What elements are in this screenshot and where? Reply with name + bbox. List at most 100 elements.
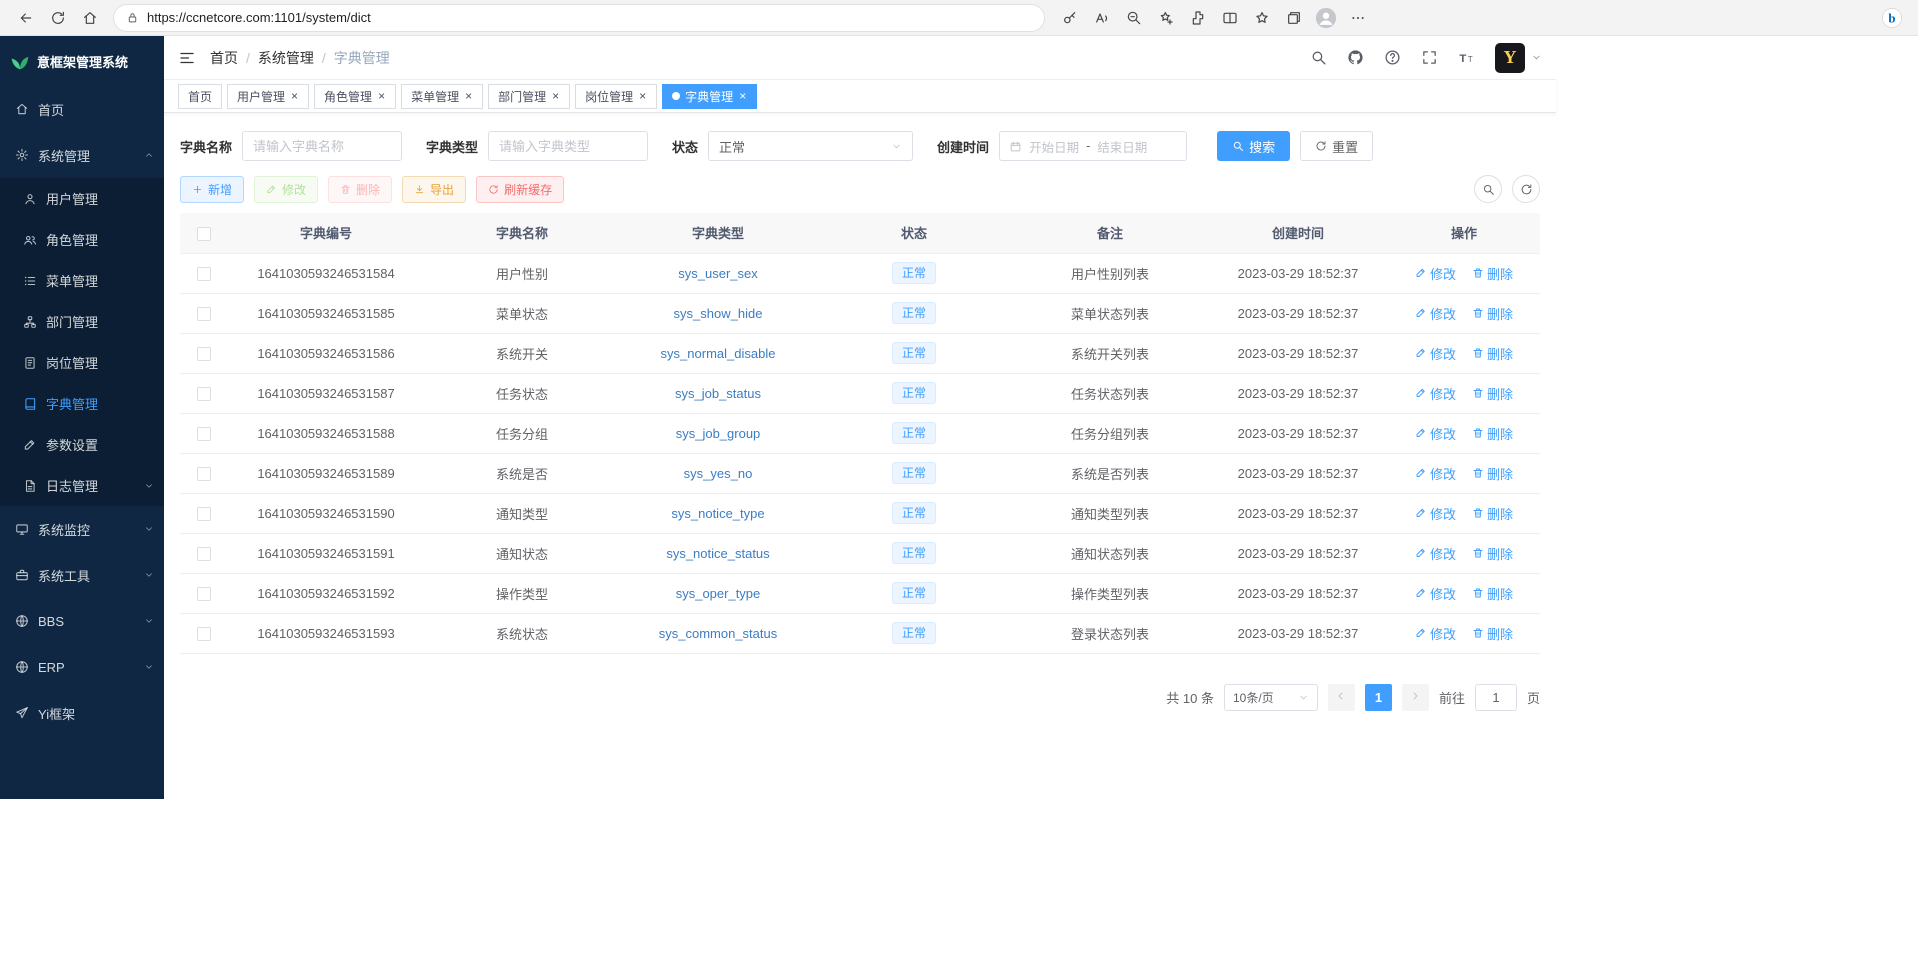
- sidebar-item-param-settings[interactable]: 参数设置: [0, 424, 164, 465]
- refresh-cache-button[interactable]: 刷新缓存: [476, 176, 564, 203]
- zoom-out-icon[interactable]: [1118, 4, 1150, 32]
- sidebar-toggle-icon[interactable]: [178, 49, 196, 67]
- close-icon[interactable]: ×: [551, 90, 560, 102]
- row-checkbox[interactable]: [197, 427, 211, 441]
- tab-home[interactable]: 首页: [178, 84, 222, 109]
- next-page-button[interactable]: [1402, 684, 1429, 711]
- sidebar-item-user-mgmt[interactable]: 用户管理: [0, 178, 164, 219]
- favorites-icon[interactable]: [1246, 4, 1278, 32]
- dict-type-link[interactable]: sys_show_hide: [674, 306, 763, 321]
- row-checkbox[interactable]: [197, 627, 211, 641]
- row-checkbox[interactable]: [197, 347, 211, 361]
- delete-row-link[interactable]: 删除: [1472, 264, 1513, 283]
- dict-type-link[interactable]: sys_job_group: [676, 426, 761, 441]
- edit-row-link[interactable]: 修改: [1415, 464, 1456, 483]
- tab-dict-mgmt[interactable]: 字典管理×: [662, 84, 757, 109]
- tab-user-mgmt[interactable]: 用户管理×: [227, 84, 309, 109]
- sidebar-item-bbs[interactable]: BBS: [0, 598, 164, 644]
- toolbar-search-button[interactable]: [1474, 175, 1502, 203]
- github-icon[interactable]: [1347, 49, 1364, 66]
- sidebar-item-dept-mgmt[interactable]: 部门管理: [0, 301, 164, 342]
- tab-dept-mgmt[interactable]: 部门管理×: [488, 84, 570, 109]
- edit-row-link[interactable]: 修改: [1415, 384, 1456, 403]
- prev-page-button[interactable]: [1328, 684, 1355, 711]
- edit-row-link[interactable]: 修改: [1415, 504, 1456, 523]
- sidebar-item-system-mgmt[interactable]: 系统管理: [0, 132, 164, 178]
- sidebar-item-system-tools[interactable]: 系统工具: [0, 552, 164, 598]
- extensions-icon[interactable]: [1182, 4, 1214, 32]
- sidebar-item-post-mgmt[interactable]: 岗位管理: [0, 342, 164, 383]
- row-checkbox[interactable]: [197, 267, 211, 281]
- edit-row-link[interactable]: 修改: [1415, 584, 1456, 603]
- bing-icon[interactable]: b: [1876, 4, 1908, 32]
- edit-row-link[interactable]: 修改: [1415, 264, 1456, 283]
- more-icon[interactable]: [1342, 4, 1374, 32]
- sidebar-item-erp[interactable]: ERP: [0, 644, 164, 690]
- sidebar-item-home[interactable]: 首页: [0, 86, 164, 132]
- close-icon[interactable]: ×: [377, 90, 386, 102]
- dict-type-link[interactable]: sys_oper_type: [676, 586, 761, 601]
- row-checkbox[interactable]: [197, 467, 211, 481]
- collections-icon[interactable]: [1278, 4, 1310, 32]
- back-icon[interactable]: [10, 4, 42, 32]
- toolbar-refresh-button[interactable]: [1512, 175, 1540, 203]
- edit-row-link[interactable]: 修改: [1415, 304, 1456, 323]
- dict-type-link[interactable]: sys_notice_type: [671, 506, 764, 521]
- reset-button[interactable]: 重置: [1300, 131, 1373, 161]
- delete-row-link[interactable]: 删除: [1472, 504, 1513, 523]
- tab-role-mgmt[interactable]: 角色管理×: [314, 84, 396, 109]
- app-logo[interactable]: 意框架管理系统: [0, 36, 164, 86]
- dict-type-link[interactable]: sys_user_sex: [678, 266, 757, 281]
- edit-row-link[interactable]: 修改: [1415, 344, 1456, 363]
- tab-menu-mgmt[interactable]: 菜单管理×: [401, 84, 483, 109]
- sidebar-item-dict-mgmt[interactable]: 字典管理: [0, 383, 164, 424]
- page-size-select[interactable]: 10条/页: [1224, 684, 1318, 711]
- refresh-icon[interactable]: [42, 4, 74, 32]
- row-checkbox[interactable]: [197, 307, 211, 321]
- sidebar-item-yi-framework[interactable]: Yi框架: [0, 690, 164, 736]
- close-icon[interactable]: ×: [290, 90, 299, 102]
- delete-row-link[interactable]: 删除: [1472, 304, 1513, 323]
- delete-row-link[interactable]: 删除: [1472, 464, 1513, 483]
- split-screen-icon[interactable]: [1214, 4, 1246, 32]
- delete-row-link[interactable]: 删除: [1472, 384, 1513, 403]
- row-checkbox[interactable]: [197, 587, 211, 601]
- date-range-picker[interactable]: 开始日期 - 结束日期: [999, 131, 1187, 161]
- breadcrumb-item[interactable]: 首页: [210, 48, 238, 68]
- tab-post-mgmt[interactable]: 岗位管理×: [575, 84, 657, 109]
- dict-type-link[interactable]: sys_yes_no: [684, 466, 753, 481]
- close-icon[interactable]: ×: [738, 90, 747, 102]
- row-checkbox[interactable]: [197, 507, 211, 521]
- delete-row-link[interactable]: 删除: [1472, 584, 1513, 603]
- export-button[interactable]: 导出: [402, 176, 466, 203]
- fullscreen-icon[interactable]: [1421, 49, 1438, 66]
- close-icon[interactable]: ×: [638, 90, 647, 102]
- user-menu[interactable]: Y: [1495, 43, 1542, 73]
- edit-row-link[interactable]: 修改: [1415, 544, 1456, 563]
- dict-type-link[interactable]: sys_job_status: [675, 386, 761, 401]
- question-icon[interactable]: [1384, 49, 1401, 66]
- current-page-button[interactable]: 1: [1365, 684, 1392, 711]
- delete-row-link[interactable]: 删除: [1472, 544, 1513, 563]
- sidebar-item-log-mgmt[interactable]: 日志管理: [0, 465, 164, 506]
- edit-row-link[interactable]: 修改: [1415, 624, 1456, 643]
- profile-icon[interactable]: [1310, 4, 1342, 32]
- close-icon[interactable]: ×: [464, 90, 473, 102]
- dict-type-link[interactable]: sys_common_status: [659, 626, 778, 641]
- row-checkbox[interactable]: [197, 547, 211, 561]
- search-icon[interactable]: [1310, 49, 1327, 66]
- row-checkbox[interactable]: [197, 387, 211, 401]
- select-all-checkbox[interactable]: [197, 227, 211, 241]
- key-icon[interactable]: [1054, 4, 1086, 32]
- delete-row-link[interactable]: 删除: [1472, 624, 1513, 643]
- sidebar-item-role-mgmt[interactable]: 角色管理: [0, 219, 164, 260]
- favorite-add-icon[interactable]: [1150, 4, 1182, 32]
- url-bar[interactable]: https://ccnetcore.com:1101/system/dict: [114, 5, 1044, 31]
- edit-row-link[interactable]: 修改: [1415, 424, 1456, 443]
- dict-type-link[interactable]: sys_notice_status: [666, 546, 769, 561]
- search-button[interactable]: 搜索: [1217, 131, 1290, 161]
- sidebar-item-system-monitor[interactable]: 系统监控: [0, 506, 164, 552]
- status-select[interactable]: 正常: [708, 131, 913, 161]
- font-size-icon[interactable]: TT: [1458, 49, 1475, 66]
- dict-type-link[interactable]: sys_normal_disable: [661, 346, 776, 361]
